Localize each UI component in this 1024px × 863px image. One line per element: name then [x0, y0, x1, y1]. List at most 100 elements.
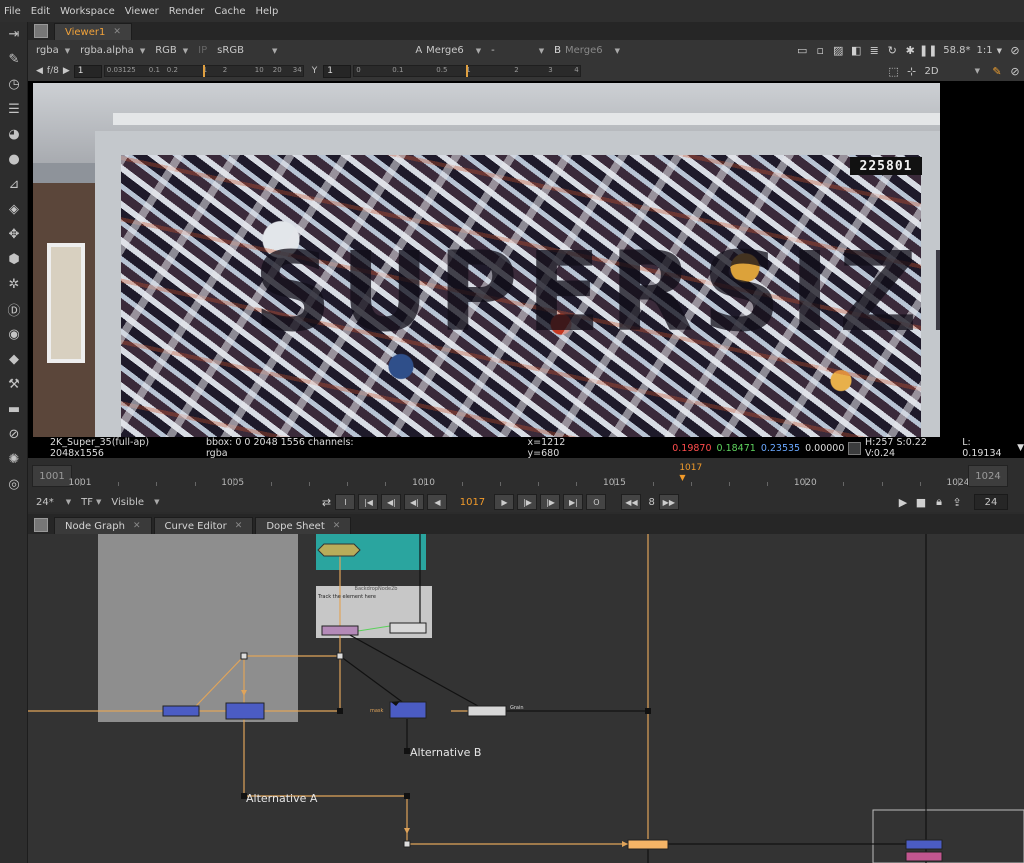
zoom-value[interactable]: 58.8* — [943, 45, 970, 56]
prev-frame-button[interactable]: ◀| — [404, 494, 425, 510]
menu-help[interactable]: Help — [256, 6, 279, 17]
paint-brush-icon[interactable]: ✎ — [0, 47, 28, 72]
backdrop-outline[interactable] — [872, 809, 1024, 863]
step-back-button[interactable]: ◀◀ — [621, 494, 642, 510]
menu-file[interactable]: File — [4, 6, 21, 17]
tab-dope-sheet[interactable]: Dope Sheet ✕ — [255, 517, 352, 534]
color-wheel-icon[interactable]: ◕ — [0, 122, 28, 147]
filter-icon[interactable]: ● — [0, 147, 28, 172]
dot-node[interactable] — [336, 652, 344, 660]
current-frame-field[interactable]: 1017 — [456, 497, 488, 508]
toolsets-icon[interactable]: ⚒ — [0, 372, 28, 397]
gain-slider-handle[interactable] — [202, 65, 205, 77]
next-frame-button[interactable]: |▶ — [517, 494, 538, 510]
keyer-icon[interactable]: ⊿ — [0, 172, 28, 197]
overflow-icon[interactable]: ⊘ — [1008, 44, 1022, 57]
first-frame-button[interactable]: |◀ — [358, 494, 379, 510]
menu-workspace[interactable]: Workspace — [60, 6, 115, 17]
capture-icon[interactable]: ■ — [914, 496, 928, 509]
ip-button[interactable]: IP — [198, 45, 207, 56]
viewer-viewport[interactable]: SUPERSIZE 225801 — [28, 81, 1024, 438]
crosshair-icon[interactable]: ⊹ — [905, 65, 919, 78]
deep-icon[interactable]: Ⓓ — [0, 297, 28, 322]
tab-curve-editor[interactable]: Curve Editor ✕ — [153, 517, 254, 534]
lock-icon[interactable]: 🔒︎ — [932, 495, 946, 509]
out-point-button[interactable]: O — [586, 494, 607, 510]
node-pink-bottom[interactable] — [905, 851, 943, 862]
viewer-panel-icon[interactable]: ⇥ — [0, 22, 28, 47]
node-blue-merge[interactable] — [225, 702, 265, 720]
node-white[interactable] — [389, 622, 427, 634]
node-orange[interactable] — [627, 839, 669, 850]
in-point-button[interactable]: I — [335, 494, 356, 510]
node-grain[interactable] — [467, 705, 507, 717]
playhead-marker[interactable]: 1017 ▼ — [679, 463, 702, 483]
furnace-icon[interactable]: ⊘ — [0, 422, 28, 447]
a-input-dropdown[interactable]: A Merge6 ▼ — [415, 45, 481, 56]
cube-icon[interactable]: ⬢ — [0, 247, 28, 272]
gamma-slider-handle[interactable] — [466, 65, 469, 77]
increment-value[interactable]: 8 — [648, 497, 654, 508]
chevron-down-icon[interactable]: ▼ — [997, 47, 1002, 55]
chevron-down-icon[interactable]: ▼ — [975, 67, 980, 75]
node-purple[interactable] — [321, 625, 359, 636]
close-icon[interactable]: ✕ — [133, 521, 141, 531]
dot-node[interactable] — [337, 708, 343, 714]
node-blue-small[interactable] — [162, 705, 200, 717]
clock-icon[interactable]: ◷ — [0, 72, 28, 97]
dot-node[interactable] — [240, 652, 248, 660]
prev-keyframe-button[interactable]: ◀| — [381, 494, 402, 510]
layer-dropdown[interactable]: rgba.alpha ▼ — [80, 45, 145, 56]
loop-icon[interactable]: ⇄ — [319, 496, 333, 509]
layers-icon[interactable]: ◈ — [0, 197, 28, 222]
ratio-value[interactable]: 1:1 — [977, 45, 993, 56]
fps-dropdown[interactable]: 24* ▼ — [36, 497, 71, 508]
settings-icon[interactable]: ✺ — [0, 447, 28, 472]
menu-viewer[interactable]: Viewer — [125, 6, 159, 17]
last-frame-button[interactable]: ▶| — [563, 494, 584, 510]
transform-icon[interactable]: ✥ — [0, 222, 28, 247]
overlay-icon[interactable]: ▫ — [813, 44, 827, 57]
export-icon[interactable]: ⇪ — [950, 496, 964, 509]
close-icon[interactable]: ✕ — [333, 521, 341, 531]
close-icon[interactable]: ✕ — [113, 27, 121, 37]
proxy-icon[interactable]: ◧ — [849, 44, 863, 57]
play-forward-button[interactable]: ▶ — [494, 494, 515, 510]
pause-icon[interactable]: ❚❚ — [919, 44, 937, 57]
wipe-dropdown[interactable]: - ▼ — [491, 45, 544, 56]
node-graph-canvas[interactable]: BackdropNode2b Track the element here ma… — [28, 534, 1024, 863]
gamma-field[interactable]: 1 — [323, 64, 352, 78]
other-icon[interactable]: ▬ — [0, 397, 28, 422]
tab-viewer1[interactable]: Viewer1 ✕ — [54, 23, 132, 40]
dot-node[interactable] — [404, 793, 410, 799]
timeline-end-field[interactable]: 1024 — [968, 465, 1008, 487]
timeline-track[interactable]: 1017▼ 1001 1005 1010 1015 1020 1024 — [69, 463, 970, 488]
pane-menu-icon[interactable] — [34, 24, 48, 38]
timeline-start-field[interactable]: 1001 — [32, 465, 72, 487]
gpu-icon[interactable]: ✱ — [903, 44, 917, 57]
colorspace-dropdown[interactable]: sRGB ▼ — [217, 45, 277, 56]
gain-field[interactable]: 1 — [73, 64, 102, 78]
roi-icon[interactable]: ▭ — [795, 44, 809, 57]
timeline[interactable]: 1001 1017▼ 1001 1005 1010 1015 1020 1024… — [28, 458, 1024, 492]
more-icon[interactable]: ⊘ — [1008, 65, 1022, 78]
tf-dropdown[interactable]: TF ▼ — [81, 497, 101, 508]
b-input-dropdown[interactable]: B Merge6 ▼ — [554, 45, 620, 56]
lines-icon[interactable]: ≣ — [867, 44, 881, 57]
channel-icon[interactable]: ☰ — [0, 97, 28, 122]
gamma-slider[interactable]: 0 0.1 0.5 1 2 3 4 — [353, 65, 582, 77]
backdrop-grey[interactable] — [98, 534, 298, 722]
refresh-icon[interactable]: ↻ — [885, 44, 899, 57]
display-dropdown[interactable]: RGB ▼ — [155, 45, 188, 56]
zebra-icon[interactable]: ▨ — [831, 44, 845, 57]
channels-dropdown[interactable]: rgba ▼ — [36, 45, 70, 56]
tags-icon[interactable]: ◆ — [0, 347, 28, 372]
fstop-value[interactable]: f/8 — [47, 66, 59, 76]
menu-edit[interactable]: Edit — [31, 6, 50, 17]
range-dropdown[interactable]: Visible ▼ — [111, 497, 159, 508]
step-forward-button[interactable]: ▶▶ — [658, 494, 679, 510]
info-dropdown-icon[interactable]: ▼ — [1017, 443, 1024, 453]
pane-menu-icon[interactable] — [34, 518, 48, 532]
tab-node-graph[interactable]: Node Graph ✕ — [54, 517, 152, 534]
ocula-icon[interactable]: ◎ — [0, 472, 28, 497]
